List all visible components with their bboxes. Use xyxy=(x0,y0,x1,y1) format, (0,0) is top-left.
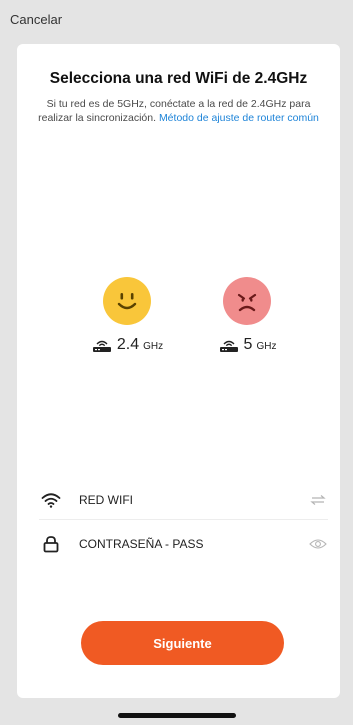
password-label: CONTRASEÑA - PASS xyxy=(79,537,204,551)
next-button[interactable]: Siguiente xyxy=(81,621,284,665)
router-icon xyxy=(219,340,238,352)
router-settings-link[interactable]: Método de ajuste de router común xyxy=(159,112,319,124)
show-password-eye-icon[interactable] xyxy=(308,537,328,551)
band-label-5ghz: 5 GHz xyxy=(202,337,292,353)
subtitle: Si tu red es de 5GHz, conéctate a la red… xyxy=(29,98,328,125)
wifi-selection-card: Selecciona una red WiFi de 2.4GHz Si tu … xyxy=(17,44,340,698)
band-unit: GHz xyxy=(143,341,164,352)
band-5ghz: 5 GHz xyxy=(202,277,292,357)
wifi-icon xyxy=(39,490,63,510)
sad-face-icon xyxy=(223,277,271,325)
band-unit: GHz xyxy=(256,341,277,352)
band-label-2-4ghz: 2.4 GHz xyxy=(82,337,172,353)
cancel-button[interactable]: Cancelar xyxy=(10,12,62,27)
password-field[interactable]: CONTRASEÑA - PASS xyxy=(39,524,328,564)
band-2-4ghz: 2.4 GHz xyxy=(82,277,172,357)
page-title: Selecciona una red WiFi de 2.4GHz xyxy=(49,70,308,87)
band-number: 5 xyxy=(243,336,253,353)
router-icon xyxy=(92,340,111,352)
home-indicator xyxy=(118,713,236,718)
happy-face-icon xyxy=(103,277,151,325)
wifi-network-field[interactable]: RED WIFI xyxy=(39,480,328,520)
lock-icon xyxy=(39,534,63,554)
band-number: 2.4 xyxy=(116,336,140,353)
top-bar: Cancelar xyxy=(0,0,353,40)
wifi-network-label: RED WIFI xyxy=(79,492,133,507)
switch-network-icon[interactable] xyxy=(308,493,328,507)
